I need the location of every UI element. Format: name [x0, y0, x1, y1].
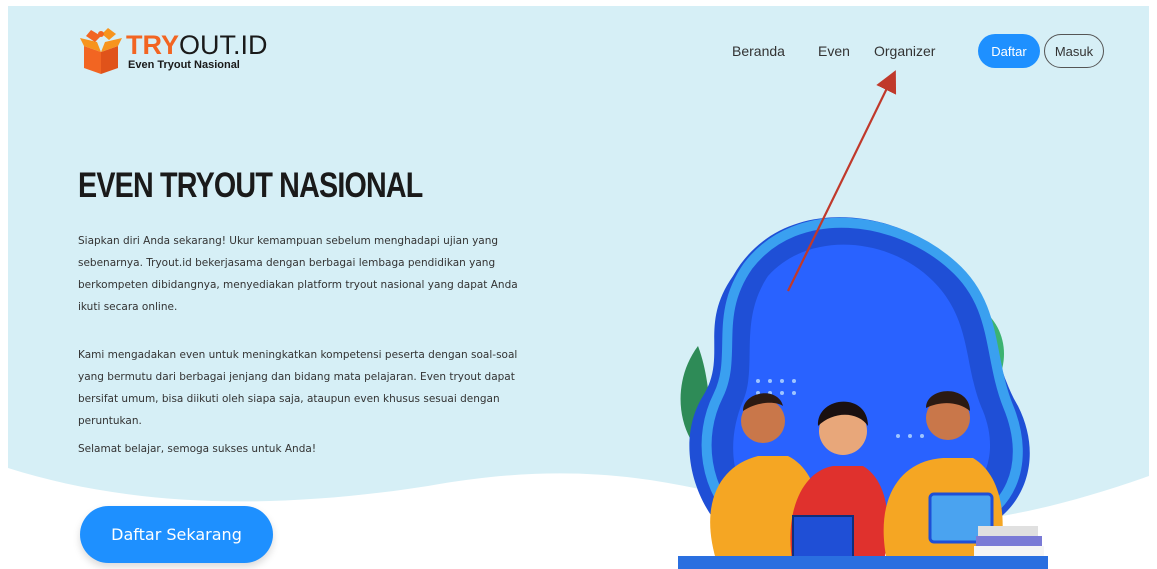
register-button[interactable]: Daftar	[978, 34, 1040, 68]
students-illustration	[678, 217, 1048, 569]
login-button[interactable]: Masuk	[1044, 34, 1104, 68]
hero-title: EVEN TRYOUT NASIONAL	[78, 166, 423, 205]
nav-link-beranda[interactable]: Beranda	[732, 43, 785, 59]
hero-paragraph-events: Kami mengadakan even untuk meningkatkan …	[78, 349, 518, 427]
nav-link-organizer[interactable]: Organizer	[874, 43, 935, 59]
hero-section: TRYOUT.ID Even Tryout Nasional Beranda E…	[8, 6, 1149, 569]
logo-brand-try: TRY	[126, 30, 179, 60]
site-logo[interactable]: TRYOUT.ID Even Tryout Nasional	[80, 28, 280, 78]
nav-link-even[interactable]: Even	[818, 43, 850, 59]
logo-brand-rest: OUT.ID	[179, 30, 268, 60]
hero-paragraph-intro: Siapkan diri Anda sekarang! Ukur kemampu…	[78, 235, 518, 313]
logo-tagline: Even Tryout Nasional	[128, 59, 240, 71]
register-now-button[interactable]: Daftar Sekarang	[80, 506, 273, 563]
hero-paragraph-closing: Selamat belajar, semoga sukses untuk And…	[78, 443, 317, 455]
logo-title: TRYOUT.ID	[126, 30, 268, 60]
open-box-icon	[80, 28, 122, 74]
